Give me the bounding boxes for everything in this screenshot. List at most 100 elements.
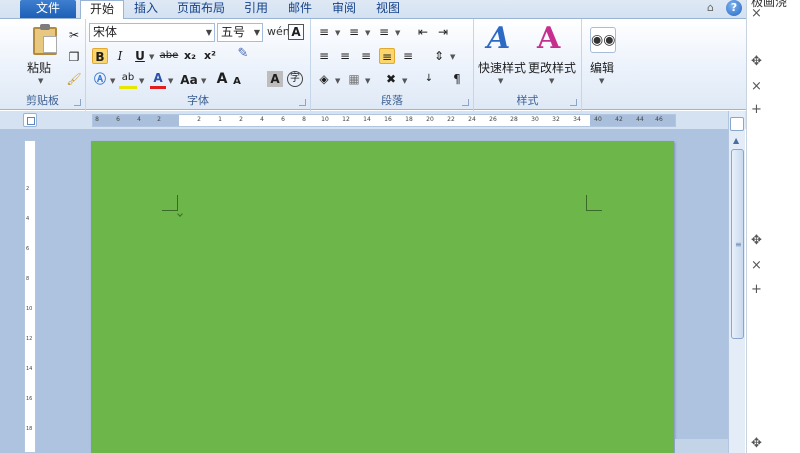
close-icon[interactable]: × bbox=[751, 258, 762, 273]
font-name-combo[interactable]: 宋体 ▼ bbox=[89, 23, 215, 42]
bold-button[interactable]: B bbox=[92, 48, 108, 64]
distributed-icon[interactable]: ≡ bbox=[400, 48, 416, 64]
format-painter-icon[interactable]: 🖌 bbox=[66, 71, 82, 87]
move-icon[interactable]: ✥ bbox=[751, 233, 762, 248]
clear-formatting-icon[interactable]: ✎ bbox=[231, 46, 255, 62]
editing-dropdown-icon[interactable]: ▼ bbox=[599, 77, 604, 85]
chevron-down-icon[interactable]: ▼ bbox=[206, 24, 212, 41]
view-ruler-button[interactable] bbox=[23, 113, 37, 127]
find-icon[interactable]: ◉◉ bbox=[590, 27, 616, 53]
change-case-button[interactable]: Aa bbox=[178, 72, 200, 88]
strikethrough-button[interactable]: abe bbox=[158, 48, 180, 64]
align-left-icon[interactable]: ≡ bbox=[316, 48, 332, 64]
tab-review[interactable]: 审阅 bbox=[326, 0, 362, 18]
numbering-icon[interactable]: ≡ bbox=[346, 24, 362, 40]
close-icon[interactable]: × bbox=[751, 6, 762, 21]
tab-file[interactable]: 文件 bbox=[20, 0, 76, 18]
align-right-icon[interactable]: ≡ bbox=[358, 48, 374, 64]
copy-icon[interactable]: ❐ bbox=[66, 49, 82, 65]
font-color-icon[interactable]: A bbox=[150, 70, 166, 89]
bullets-dropdown-icon[interactable]: ▼ bbox=[335, 29, 340, 37]
underline-dropdown-icon[interactable]: ▼ bbox=[149, 53, 154, 61]
shrink-font-button[interactable]: A bbox=[232, 74, 242, 90]
vertical-ruler[interactable]: 2 4 6 8 10 12 14 16 18 bbox=[24, 140, 36, 453]
quick-styles-icon[interactable]: A bbox=[487, 21, 510, 56]
add-icon[interactable]: + bbox=[751, 282, 762, 297]
numbering-dropdown-icon[interactable]: ▼ bbox=[365, 29, 370, 37]
shading-dropdown-icon[interactable]: ▼ bbox=[335, 77, 340, 85]
superscript-button[interactable]: x² bbox=[202, 48, 218, 64]
justify-icon[interactable]: ≡ bbox=[379, 48, 395, 64]
tab-home[interactable]: 开始 bbox=[80, 0, 124, 19]
document-page[interactable] bbox=[91, 141, 674, 453]
bullets-icon[interactable]: ≡ bbox=[316, 24, 332, 40]
line-spacing-icon[interactable]: ⇕ bbox=[431, 48, 447, 64]
tab-references[interactable]: 引用 bbox=[238, 0, 274, 18]
chinese-layout-dropdown-icon[interactable]: ▼ bbox=[402, 77, 407, 85]
font-size-combo[interactable]: 五号 ▼ bbox=[217, 23, 263, 42]
move-icon[interactable]: ✥ bbox=[751, 54, 762, 69]
scrollbar-thumb[interactable]: ≡ bbox=[731, 149, 744, 339]
paste-dropdown-icon[interactable]: ▼ bbox=[38, 77, 43, 85]
change-case-dropdown-icon[interactable]: ▼ bbox=[201, 77, 206, 85]
move-icon[interactable]: ✥ bbox=[751, 436, 762, 451]
enclose-characters-button[interactable]: 字 bbox=[287, 71, 303, 87]
tab-insert[interactable]: 插入 bbox=[128, 0, 164, 18]
vruler-tick: 8 bbox=[26, 276, 30, 282]
shading-icon[interactable]: ◈ bbox=[316, 71, 332, 87]
sort-icon[interactable]: ↓ bbox=[421, 71, 437, 87]
tab-mailings[interactable]: 邮件 bbox=[282, 0, 318, 18]
quick-styles-dropdown-icon[interactable]: ▼ bbox=[498, 77, 503, 85]
text-effects-icon[interactable]: Ⓐ bbox=[92, 71, 108, 87]
chevron-down-icon[interactable]: ▼ bbox=[254, 24, 260, 41]
decrease-indent-icon[interactable]: ⇤ bbox=[415, 24, 431, 40]
clipboard-launcher-icon[interactable] bbox=[74, 99, 81, 106]
tab-view[interactable]: 视图 bbox=[370, 0, 406, 18]
italic-button[interactable]: I bbox=[112, 48, 128, 64]
styles-launcher-icon[interactable] bbox=[570, 99, 577, 106]
styles-group-label: 样式 bbox=[516, 94, 539, 107]
font-launcher-icon[interactable] bbox=[299, 99, 306, 106]
editing-button[interactable]: 编辑 bbox=[590, 59, 614, 76]
scroll-up-icon[interactable]: ▲ bbox=[733, 136, 739, 145]
multilevel-dropdown-icon[interactable]: ▼ bbox=[395, 29, 400, 37]
show-marks-icon[interactable]: ¶ bbox=[449, 71, 465, 87]
cut-icon[interactable]: ✂ bbox=[66, 27, 82, 43]
change-styles-dropdown-icon[interactable]: ▼ bbox=[549, 77, 554, 85]
font-color-dropdown-icon[interactable]: ▼ bbox=[168, 77, 173, 85]
quick-styles-button[interactable]: 快速样式 bbox=[478, 59, 526, 76]
highlight-color-icon[interactable]: ab bbox=[119, 70, 137, 89]
ruler-toggle-icon[interactable] bbox=[730, 117, 744, 131]
vertical-scrollbar[interactable]: ▲ ≡ bbox=[728, 111, 745, 453]
paste-button[interactable]: 粘贴 bbox=[27, 59, 51, 76]
horizontal-ruler[interactable]: 8 6 4 2 2 1 2 4 6 8 10 12 14 16 18 20 22… bbox=[92, 114, 676, 127]
highlight-dropdown-icon[interactable]: ▼ bbox=[139, 77, 144, 85]
tab-page-layout[interactable]: 页面布局 bbox=[170, 0, 232, 18]
multilevel-list-icon[interactable]: ≡ bbox=[376, 24, 392, 40]
text-effects-dropdown-icon[interactable]: ▼ bbox=[110, 77, 115, 85]
line-spacing-dropdown-icon[interactable]: ▼ bbox=[450, 53, 455, 61]
borders-dropdown-icon[interactable]: ▼ bbox=[365, 77, 370, 85]
chinese-layout-icon[interactable]: ✖ bbox=[383, 71, 399, 87]
paste-icon[interactable] bbox=[33, 24, 57, 55]
close-icon[interactable]: × bbox=[751, 79, 762, 94]
align-center-icon[interactable]: ≡ bbox=[337, 48, 353, 64]
increase-indent-icon[interactable]: ⇥ bbox=[435, 24, 451, 40]
paragraph-launcher-icon[interactable] bbox=[462, 99, 469, 106]
collapse-ribbon-icon[interactable]: ⌂ bbox=[707, 1, 714, 14]
ribbon-tab-bar: 文件 开始 插入 页面布局 引用 邮件 审阅 视图 ⌂ ? bbox=[0, 0, 746, 19]
character-border-icon[interactable]: A bbox=[288, 24, 304, 40]
paragraph-group: ≡ ▼ ≡ ▼ ≡ ▼ ⇤ ⇥ ≡ ≡ ≡ ≡ ≡ ⇕ ▼ ◈ ▼ ▦ ▼ ✖ … bbox=[311, 19, 474, 111]
character-shading-button[interactable]: A bbox=[267, 71, 283, 87]
add-icon[interactable]: + bbox=[751, 102, 762, 117]
change-styles-button[interactable]: 更改样式 bbox=[528, 59, 576, 76]
change-styles-icon[interactable]: A bbox=[537, 21, 560, 56]
help-icon[interactable]: ? bbox=[726, 0, 742, 16]
phonetic-guide-icon[interactable]: wén bbox=[267, 24, 290, 40]
ruler-tick: 20 bbox=[426, 116, 434, 123]
borders-icon[interactable]: ▦ bbox=[346, 71, 362, 87]
subscript-button[interactable]: x₂ bbox=[182, 48, 198, 64]
ruler-tick: 2 bbox=[157, 116, 161, 123]
grow-font-button[interactable]: A bbox=[216, 71, 228, 87]
underline-button[interactable]: U bbox=[132, 48, 148, 64]
